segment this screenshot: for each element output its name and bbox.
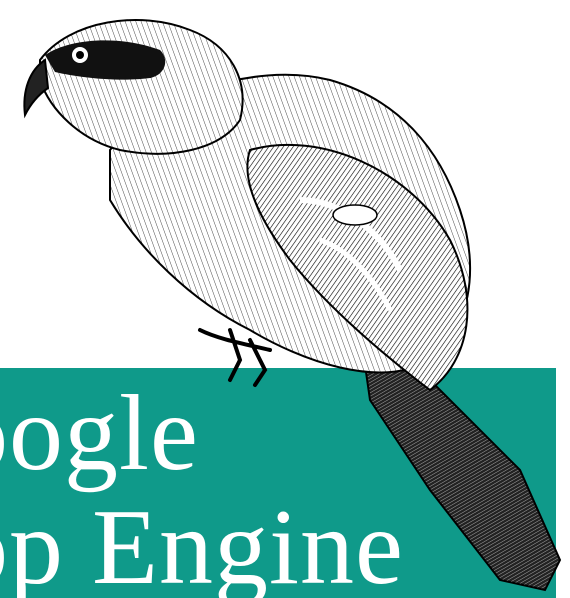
shrike-illustration — [23, 19, 562, 592]
bird-head — [39, 19, 244, 155]
book-cover: oogle op Engine — [0, 0, 570, 598]
bird-feet — [198, 328, 272, 387]
bird-beak — [23, 58, 50, 119]
